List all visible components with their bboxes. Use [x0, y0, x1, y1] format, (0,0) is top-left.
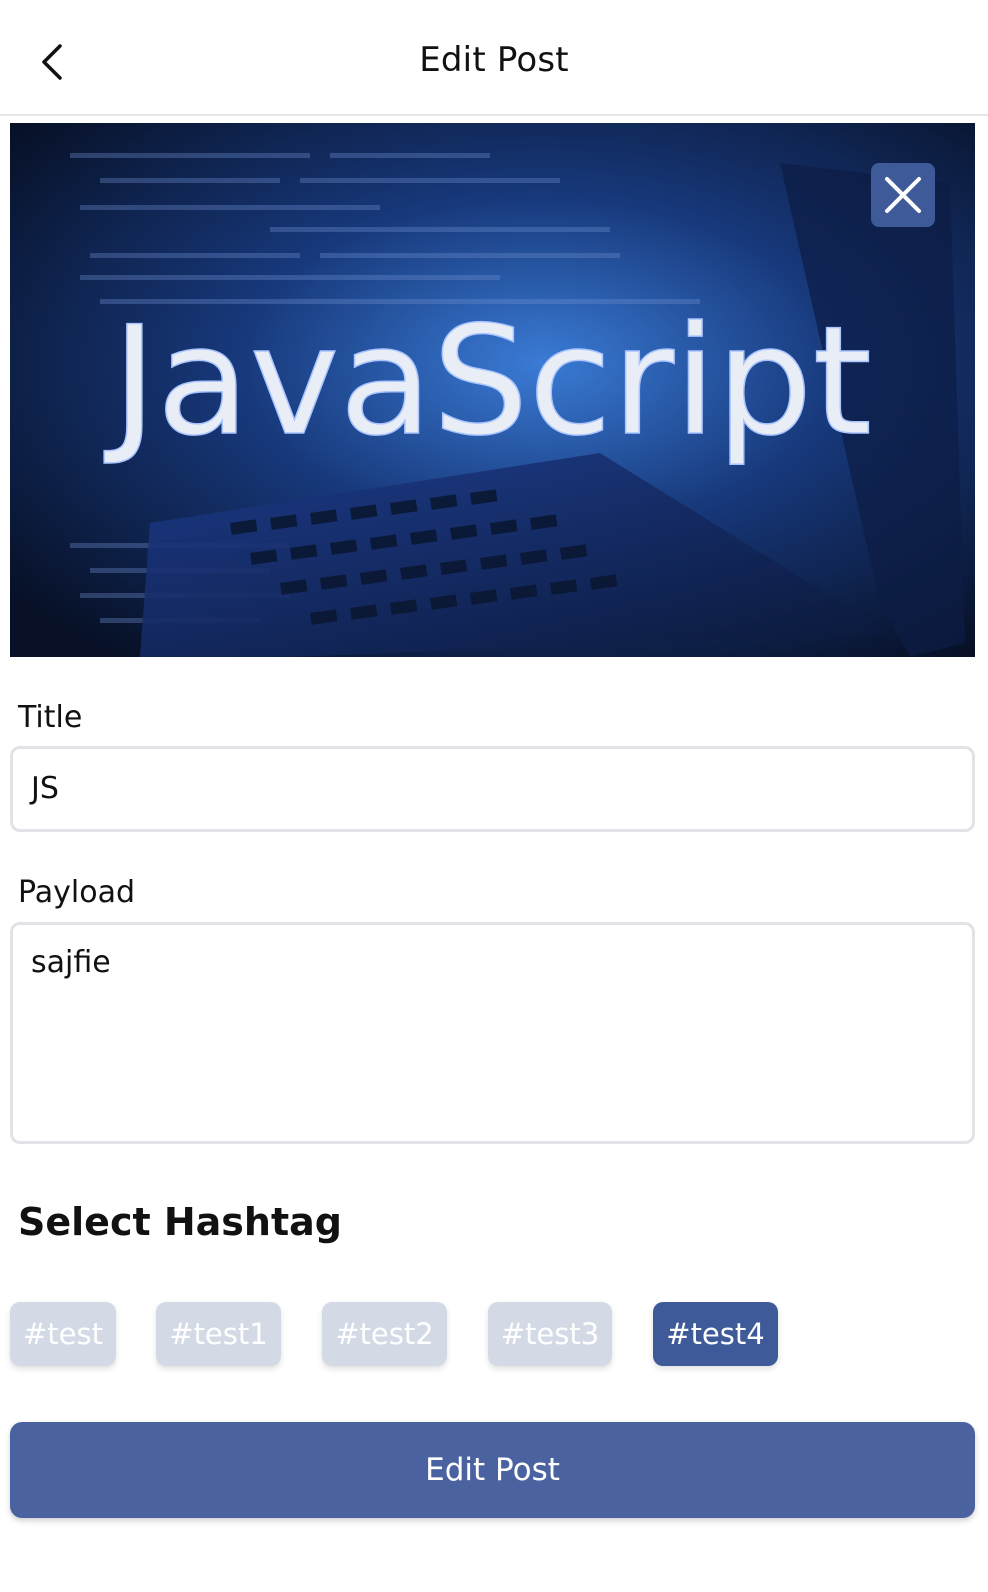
hashtag-heading: Select Hashtag: [18, 1200, 342, 1244]
edit-post-button[interactable]: Edit Post: [10, 1422, 975, 1518]
hashtag-chip[interactable]: #test3: [488, 1302, 612, 1366]
hashtag-chip[interactable]: #test1: [156, 1302, 281, 1366]
payload-textarea[interactable]: sajfie: [10, 922, 975, 1144]
close-icon: [885, 177, 921, 213]
app-header: Edit Post: [0, 0, 988, 116]
title-input[interactable]: JS: [10, 746, 975, 832]
remove-image-button[interactable]: [871, 163, 935, 227]
hashtag-chip-selected[interactable]: #test4: [653, 1302, 778, 1366]
hashtag-chip[interactable]: #test: [10, 1302, 116, 1366]
payload-label: Payload: [18, 875, 135, 910]
hashtag-chip[interactable]: #test2: [322, 1302, 447, 1366]
post-image: JavaScript: [10, 123, 975, 657]
banner-text: JavaScript: [104, 295, 872, 469]
title-label: Title: [18, 700, 83, 735]
page-title: Edit Post: [419, 40, 569, 80]
